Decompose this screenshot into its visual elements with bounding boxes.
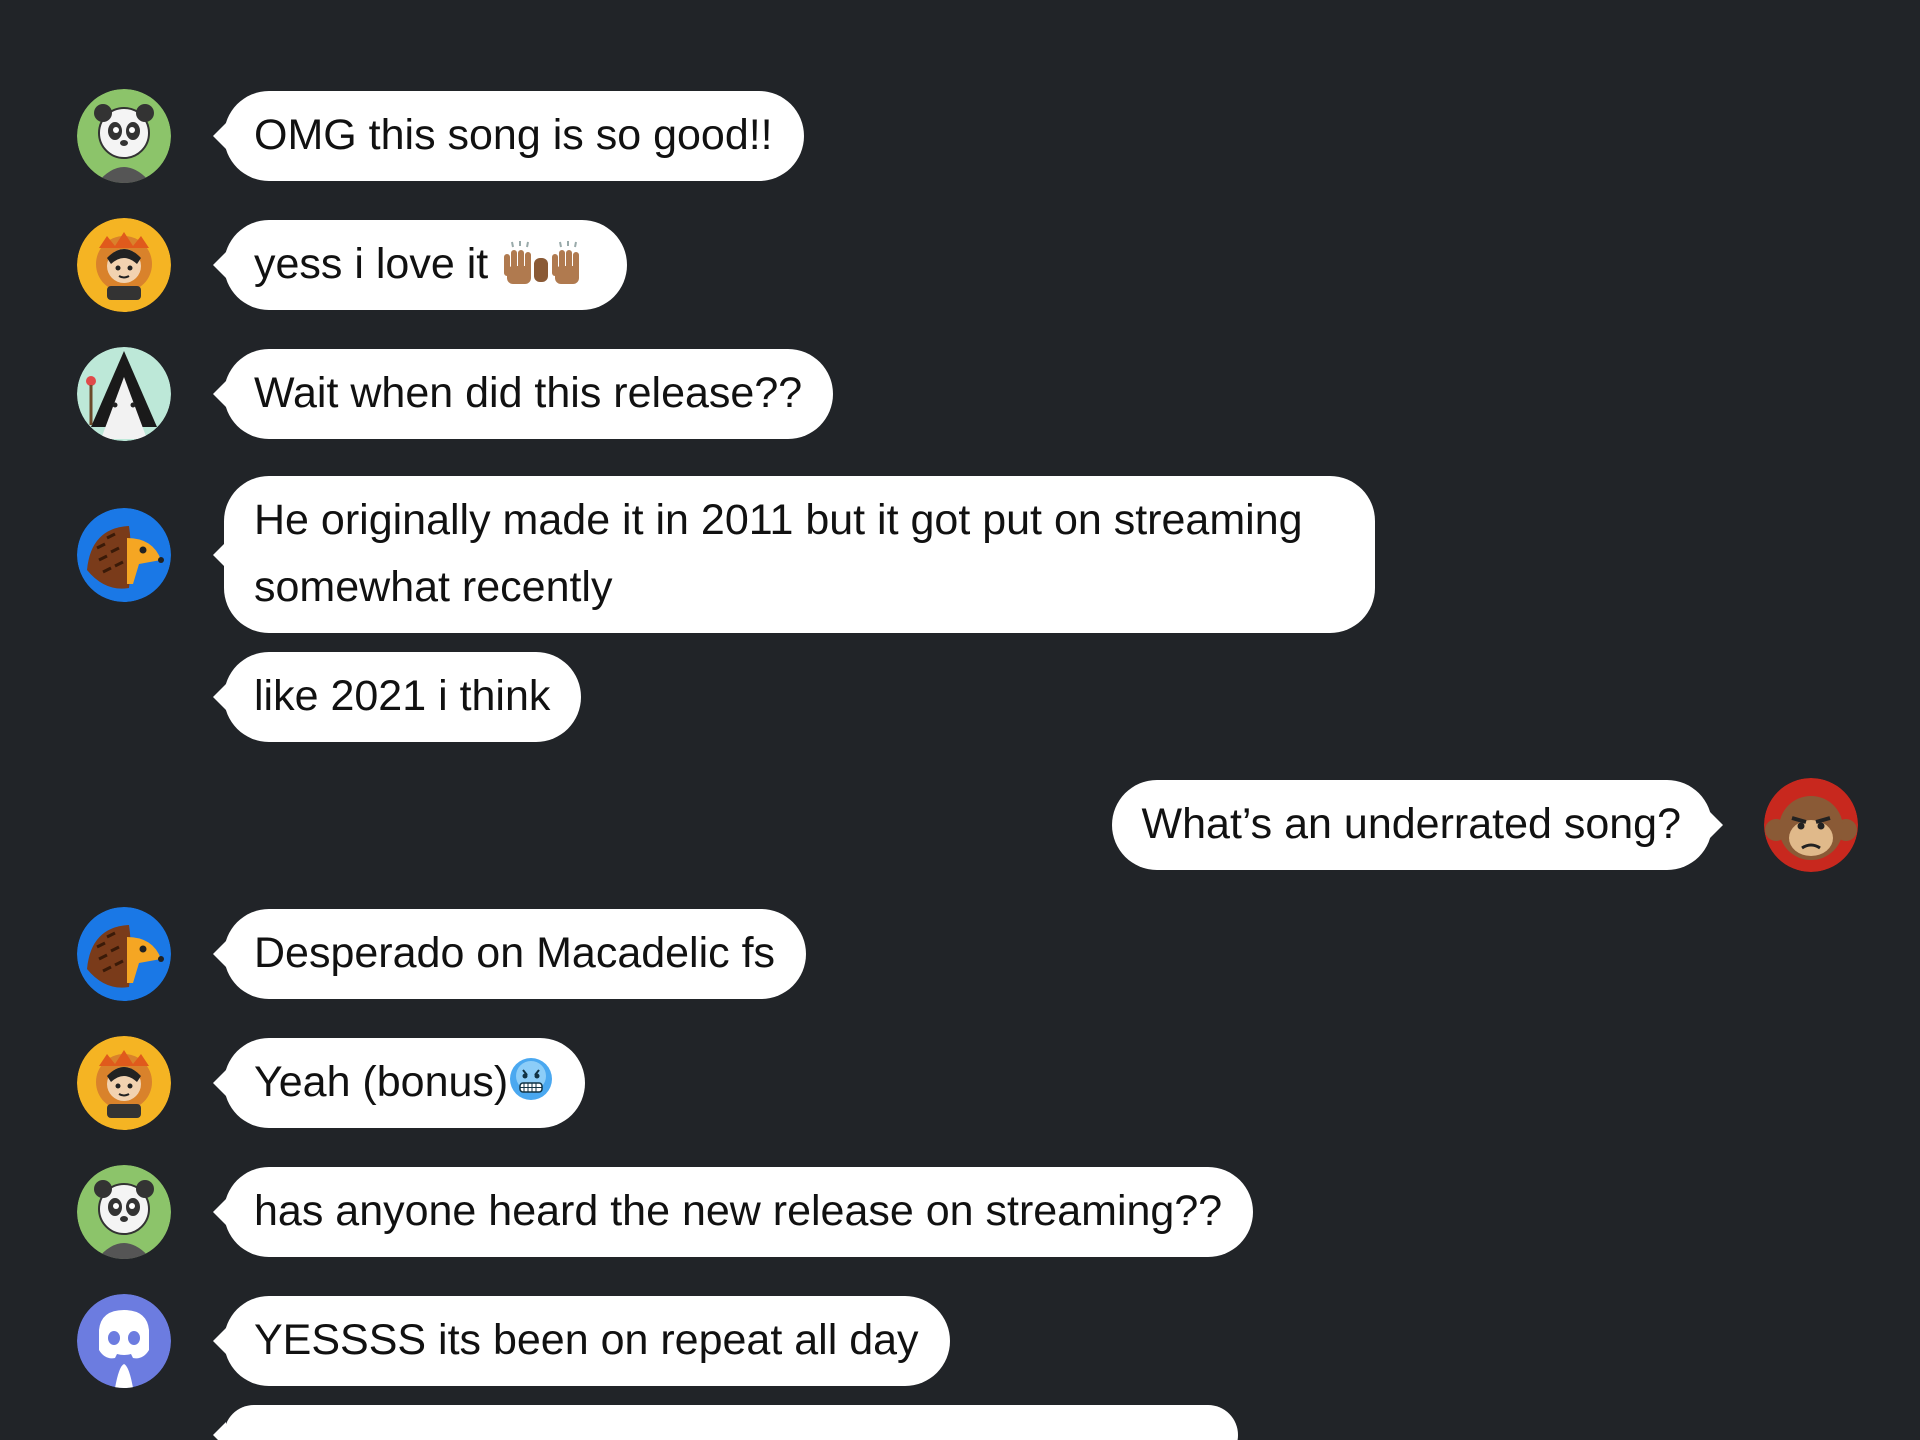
lion-avatar-icon[interactable]	[77, 218, 171, 312]
raising-hands-emoji-icon	[500, 240, 596, 284]
message-bubble[interactable]: like 2021 i think	[212, 652, 582, 742]
message-text: Wait when did this release??	[254, 369, 803, 417]
message-text: Desperado on Macadelic fs	[254, 929, 776, 977]
monkey-avatar-icon[interactable]	[1764, 778, 1858, 872]
message-bubble[interactable]: Yeah (bonus)	[212, 1038, 586, 1128]
message-text: like 2021 i think	[254, 672, 551, 720]
message-bubble[interactable]: OMG this song is so good!!	[213, 91, 804, 181]
wizard-avatar-icon[interactable]	[77, 347, 171, 441]
message-bubble-partial[interactable]	[213, 1405, 1238, 1440]
message-bubble[interactable]: Desperado on Macadelic fs	[212, 909, 807, 999]
message-bubble[interactable]: has anyone heard the new release on stre…	[212, 1167, 1254, 1257]
message-text: yess i love it	[254, 240, 489, 288]
panda-avatar-icon[interactable]	[77, 89, 171, 183]
message-text: YESSSS its been on repeat all day	[254, 1316, 919, 1364]
message-text: What’s an underrated song?	[1141, 800, 1681, 848]
message-text: OMG this song is so good!!	[254, 111, 773, 159]
hedgehog-avatar-icon[interactable]	[77, 907, 171, 1001]
message-bubble[interactable]: Wait when did this release??	[212, 349, 834, 439]
hedgehog-avatar-icon[interactable]	[77, 508, 171, 602]
panda-avatar-icon[interactable]	[77, 1165, 171, 1259]
lion-avatar-icon[interactable]	[77, 1036, 171, 1130]
message-bubble[interactable]: He originally made it in 2011 but it got…	[213, 476, 1375, 633]
message-bubble[interactable]: YESSSS its been on repeat all day	[213, 1296, 950, 1386]
message-bubble-outgoing[interactable]: What’s an underrated song?	[1111, 780, 1724, 870]
message-text: has anyone heard the new release on stre…	[254, 1187, 1223, 1235]
discord-avatar-icon[interactable]	[77, 1294, 171, 1388]
message-text: He originally made it in 2011 but it got…	[254, 496, 1303, 611]
message-bubble[interactable]: yess i love it	[212, 220, 628, 310]
message-text: Yeah (bonus)	[254, 1058, 509, 1106]
chat-thread: OMG this song is so good!! yess i love i…	[0, 0, 1920, 1440]
cold-face-emoji-icon	[508, 1056, 554, 1102]
